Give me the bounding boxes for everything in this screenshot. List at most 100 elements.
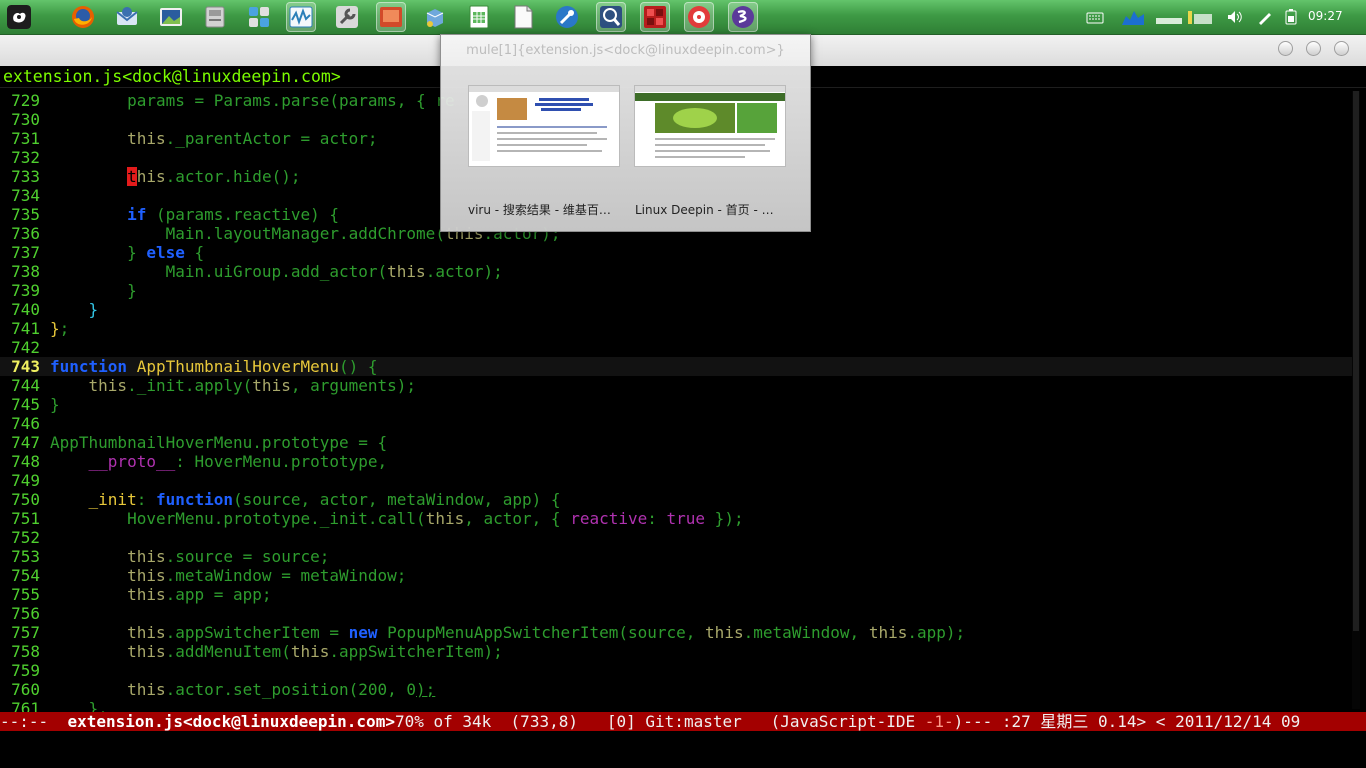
media-player-launcher[interactable] (684, 2, 714, 32)
battery-icon[interactable] (1282, 8, 1300, 26)
minimize-button[interactable] (1278, 41, 1293, 56)
installer-launcher[interactable] (420, 2, 450, 32)
browser-thumbnail-1[interactable] (468, 85, 620, 167)
code-line[interactable]: 761 }, (0, 699, 1352, 712)
modeline-tail: )--- :27 星期三 0.14> < 2011/12/14 09 (953, 712, 1301, 731)
code-line[interactable]: 745} (0, 395, 1352, 414)
line-number: 751 (11, 509, 40, 528)
line-number: 754 (11, 566, 40, 585)
code-token: } (50, 243, 147, 262)
minibuffer[interactable] (0, 731, 1366, 768)
code-token: this (387, 262, 426, 281)
settings-launcher[interactable] (244, 2, 274, 32)
image-viewer-launcher[interactable] (156, 2, 186, 32)
code-token: .app); (907, 623, 966, 642)
search-launcher[interactable] (596, 2, 626, 32)
code-token: this (425, 509, 465, 528)
network-icon[interactable] (1121, 8, 1145, 26)
keyboard-icon[interactable] (1086, 8, 1104, 26)
code-token: .appSwitcherItem); (329, 642, 503, 661)
code-token: this (127, 585, 166, 604)
code-token: else (146, 243, 185, 262)
code-line[interactable]: 739 } (0, 281, 1352, 300)
code-line[interactable]: 760 this.actor.set_position(200, 0); (0, 680, 1352, 699)
line-number: 752 (11, 528, 40, 547)
volume-icon[interactable] (1226, 8, 1244, 26)
scrollbar-thumb[interactable] (1353, 91, 1359, 631)
system-monitor-launcher[interactable] (286, 2, 316, 32)
code-line[interactable]: 737 } else { (0, 243, 1352, 262)
line-number: 761 (11, 699, 40, 712)
tools-launcher[interactable] (332, 2, 362, 32)
browser-thumbnail-2[interactable] (634, 85, 786, 167)
line-number: 729 (11, 91, 40, 110)
code-line[interactable]: 750 _init: function(source, actor, metaW… (0, 490, 1352, 509)
code-line[interactable]: 751 HoverMenu.prototype._init.call(this,… (0, 509, 1352, 528)
line-text: this._init.apply(this, arguments); (50, 376, 417, 395)
code-line[interactable]: 746 (0, 414, 1352, 433)
code-line[interactable]: 748 __proto__: HoverMenu.prototype, (0, 452, 1352, 471)
code-line[interactable]: 740 } (0, 300, 1352, 319)
clock[interactable]: 09:27 (1308, 9, 1343, 23)
search-icon (600, 6, 622, 28)
spreadsheet-icon (469, 5, 489, 29)
code-line[interactable]: 743 function AppThumbnailHoverMenu() { (0, 357, 1352, 376)
wrench-icon (336, 6, 358, 28)
firefox-launcher[interactable] (68, 2, 98, 32)
close-button[interactable] (1334, 41, 1349, 56)
code-token: .source = source; (165, 547, 330, 566)
code-line[interactable]: 753 this.source = source; (0, 547, 1352, 566)
code-token: .app = app; (165, 585, 272, 604)
code-token: __proto__ (88, 452, 176, 471)
code-token: () { (339, 357, 378, 376)
vertical-scrollbar[interactable] (1352, 91, 1360, 709)
code-token: _init (88, 490, 137, 509)
emacs-launcher[interactable] (728, 2, 758, 32)
code-line[interactable]: 749 (0, 471, 1352, 490)
line-text: this.actor.hide(); (50, 167, 300, 186)
document-launcher[interactable] (508, 2, 538, 32)
spreadsheet-launcher[interactable] (464, 2, 494, 32)
code-token: this (127, 642, 166, 661)
code-line[interactable]: 744 this._init.apply(this, arguments); (0, 376, 1352, 395)
line-number: 741 (11, 319, 40, 338)
code-line[interactable]: 758 this.addMenuItem(this.appSwitcherIte… (0, 642, 1352, 661)
line-number: 747 (11, 433, 40, 452)
code-line[interactable]: 755 this.app = app; (0, 585, 1352, 604)
modeline-buffer-name: extension.js<dock@linuxdeepin.com> (67, 712, 395, 731)
code-line[interactable]: 754 this.metaWindow = metaWindow; (0, 566, 1352, 585)
feed-reader-launcher[interactable] (552, 2, 582, 32)
code-line[interactable]: 752 (0, 528, 1352, 547)
deepin-menu-launcher[interactable] (4, 2, 34, 32)
code-token: this (127, 623, 166, 642)
line-number: 738 (11, 262, 40, 281)
pen-icon[interactable] (1256, 8, 1274, 26)
code-line[interactable]: 738 Main.uiGroup.add_actor(this.actor); (0, 262, 1352, 281)
code-line[interactable]: 757 this.appSwitcherItem = new PopupMenu… (0, 623, 1352, 642)
mode-line: --:-- extension.js<dock@linuxdeepin.com>… (0, 712, 1366, 731)
code-line[interactable]: 759 (0, 661, 1352, 680)
code-token: AppThumbnailHoverMenu (136, 357, 339, 376)
thunderbird-launcher[interactable] (112, 2, 142, 32)
code-line[interactable]: 742 (0, 338, 1352, 357)
code-token: this (290, 642, 330, 661)
code-line[interactable]: 741}; (0, 319, 1352, 338)
line-text: params = Params.parse(params, { re (50, 91, 455, 110)
line-text: __proto__: HoverMenu.prototype, (50, 452, 388, 471)
games-launcher[interactable] (640, 2, 670, 32)
file-manager-launcher[interactable] (200, 2, 230, 32)
code-line[interactable]: 747 AppThumbnailHoverMenu.prototype = { (0, 433, 1352, 452)
modeline-position: 70% of 34k (733,8) [0] Git:master (JavaS… (394, 712, 925, 731)
line-text: this.metaWindow = metaWindow; (50, 566, 406, 585)
code-line[interactable]: 756 (0, 604, 1352, 623)
package-icon (426, 9, 444, 27)
maximize-button[interactable] (1306, 41, 1321, 56)
code-token: , arguments); (290, 376, 417, 395)
presentation-launcher[interactable] (376, 2, 406, 32)
